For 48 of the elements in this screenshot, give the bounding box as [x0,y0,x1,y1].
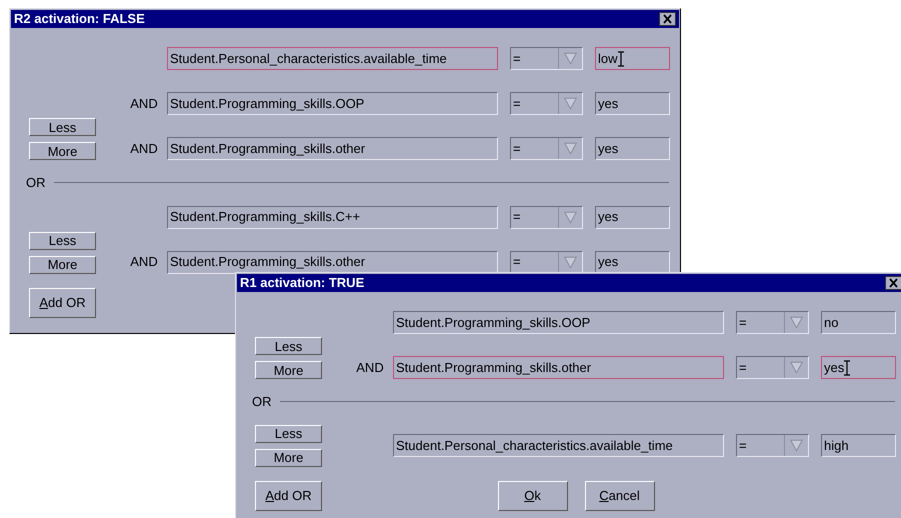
value-field[interactable]: yes [595,250,670,274]
operator-dropdown[interactable]: = [510,137,583,160]
attribute-field[interactable]: Student.Personal_characteristics.available_time [393,434,724,457]
value-field[interactable]: high [821,434,896,457]
close-icon[interactable] [885,276,901,290]
attribute-field[interactable]: Student.Programming_skills.other [393,356,724,379]
less-button[interactable]: Less [29,232,96,250]
value-field[interactable]: yes [595,137,670,160]
value-field[interactable]: yes [595,92,670,115]
text-cursor-icon [844,360,850,376]
operator-dropdown[interactable]: = [510,92,583,115]
operator-dropdown[interactable]: = [510,250,583,274]
less-button[interactable]: Less [255,337,322,355]
connector-label: AND [356,358,384,377]
operator-dropdown[interactable]: = [510,206,583,228]
connector-label: AND [130,94,158,113]
value-field[interactable]: low [595,47,670,70]
cancel-button[interactable]: Cancel [584,480,654,510]
attribute-field[interactable]: Student.Programming_skills.other [167,250,498,274]
attribute-field[interactable]: Student.Programming_skills.OOP [167,92,498,115]
attribute-field[interactable]: Student.Personal_characteristics.available_time [167,47,498,70]
more-button[interactable]: More [255,448,322,466]
or-label: OR [26,174,46,192]
operator-dropdown[interactable]: = [736,311,809,334]
more-button[interactable]: More [29,256,96,274]
add-or-button[interactable]: Add OR [255,480,322,510]
text-cursor-icon [618,50,624,66]
window-title: R1 activation: TRUE [240,274,364,292]
less-button[interactable]: Less [255,424,322,442]
value-field[interactable]: yes [595,206,670,228]
value-field[interactable]: no [821,311,896,334]
close-icon[interactable] [659,12,676,26]
attribute-field[interactable]: Student.Programming_skills.C++ [167,206,498,228]
ok-button[interactable]: Ok [498,480,568,510]
operator-dropdown[interactable]: = [736,434,809,457]
or-label: OR [252,393,272,411]
connector-label: AND [130,253,158,272]
attribute-field[interactable]: Student.Programming_skills.OOP [393,311,724,334]
less-button[interactable]: Less [29,118,96,136]
more-button[interactable]: More [29,142,96,160]
connector-label: AND [130,140,158,158]
add-or-button[interactable]: Add OR [29,288,96,318]
window-title: R2 activation: FALSE [14,10,145,28]
operator-dropdown[interactable]: = [736,356,809,379]
more-button[interactable]: More [255,361,322,379]
value-field[interactable]: yes [821,356,896,379]
attribute-field[interactable]: Student.Programming_skills.other [167,137,498,160]
operator-dropdown[interactable]: = [510,47,583,70]
